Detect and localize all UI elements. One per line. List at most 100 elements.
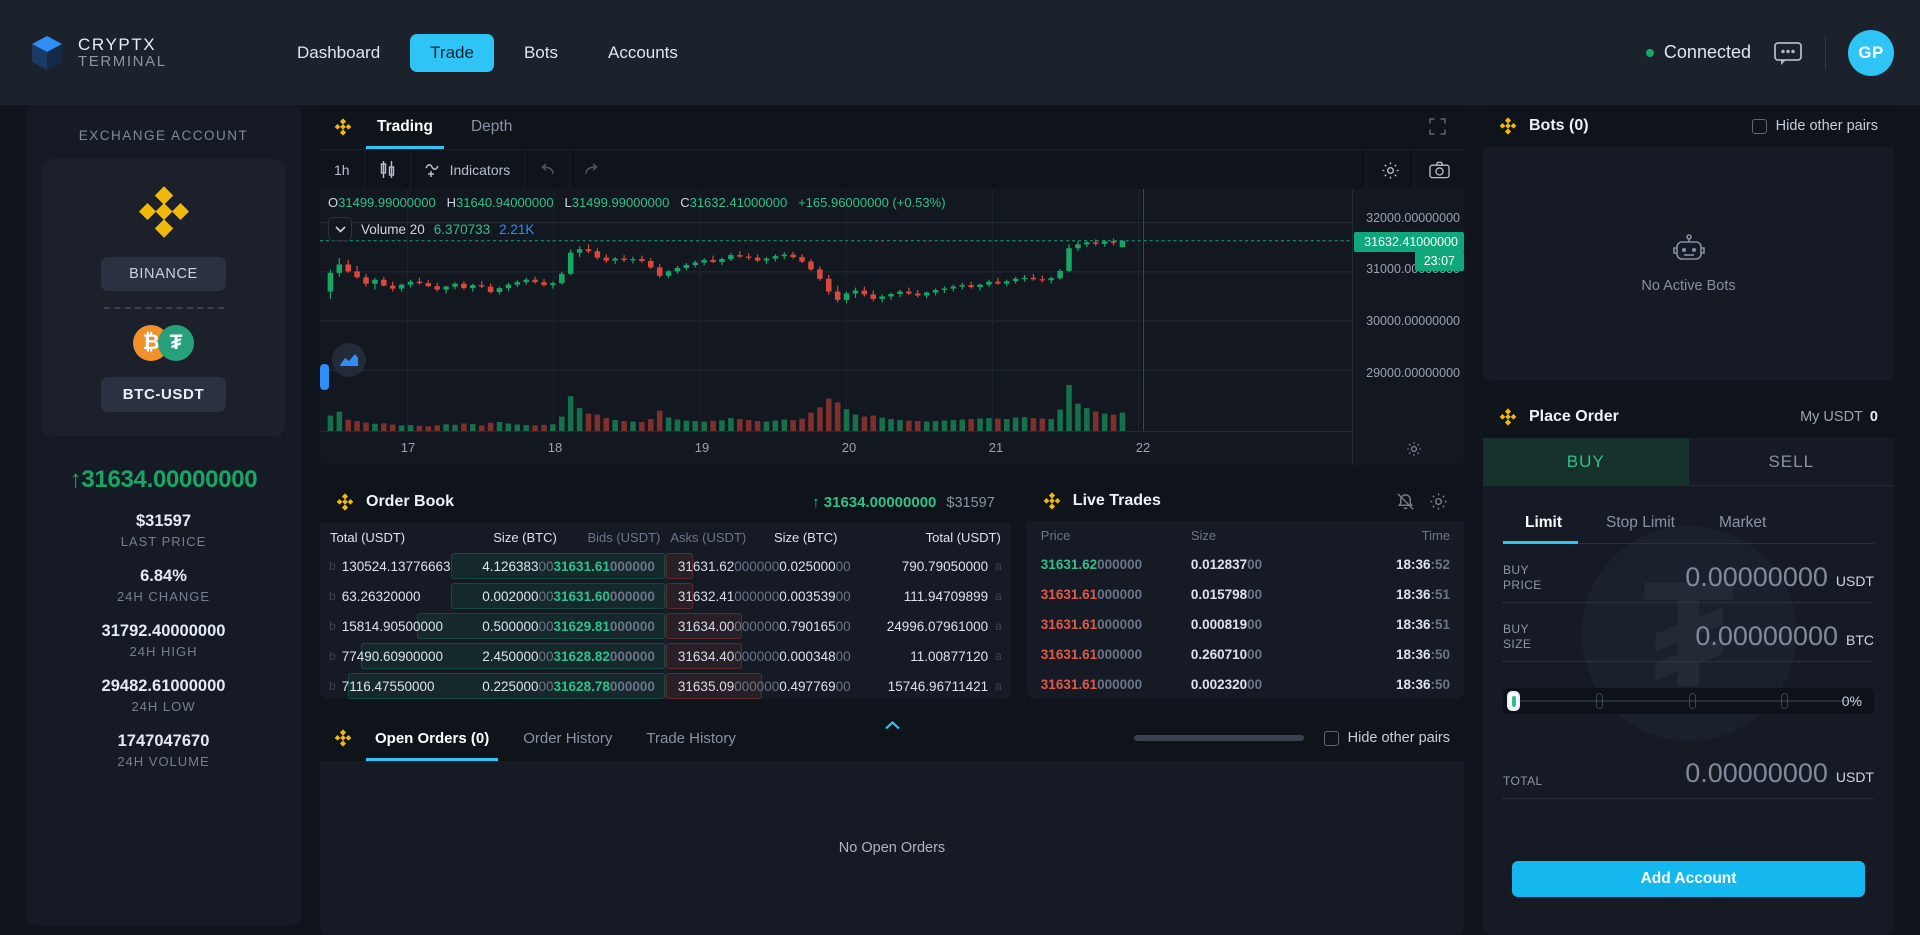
checkbox-icon[interactable]: [1323, 730, 1339, 746]
candlestick-chart[interactable]: O31499.99000000 H31640.94000000 L31499.9…: [320, 189, 1464, 465]
card-divider: [103, 307, 224, 309]
buy-size-label: BUY SIZE: [1503, 622, 1532, 651]
redo-icon[interactable]: [570, 150, 614, 189]
navbar-right-cluster: Connected GP: [1645, 0, 1894, 105]
order-book-ask-row[interactable]: 31631.62000000 0.02500000 790.79050000 a: [665, 551, 1011, 581]
bid-total: 63.26320000: [341, 588, 421, 604]
tab-stop-limit[interactable]: Stop Limit: [1584, 508, 1697, 543]
buy-size-value[interactable]: 0.00000000: [1565, 621, 1838, 652]
mute-bell-icon[interactable]: [1396, 492, 1415, 511]
col-size: Size: [1190, 528, 1217, 543]
nav-item-bots[interactable]: Bots: [504, 34, 578, 72]
sidebar-price-value: 31634.00000000: [81, 466, 258, 493]
slider-node-50[interactable]: [1688, 693, 1696, 709]
stat-label: 24H VOLUME: [117, 754, 210, 769]
hide-other-pairs-label: Hide other pairs: [1347, 730, 1450, 746]
gear-icon[interactable]: [1406, 441, 1422, 457]
bid-price: 31631.61000000: [553, 558, 655, 574]
connection-status-dot: [1645, 48, 1654, 57]
live-trades-body: 31631.62000000 0.01283700 18:36:52 31631.61…: [1027, 549, 1464, 699]
indicators-button[interactable]: Indicators: [411, 150, 526, 189]
nav-item-trade[interactable]: Trade: [410, 33, 494, 72]
order-book-bid-row[interactable]: b 15814.90500000 0.50000000 31629.81000000: [320, 611, 665, 641]
exchange-name-pill[interactable]: BINANCE: [101, 257, 226, 291]
candlestick-icon[interactable]: [365, 150, 411, 189]
last-price-badge: 31632.41000000: [1354, 232, 1464, 252]
slider-node-25[interactable]: [1595, 693, 1603, 709]
brand-logo-block[interactable]: CRYPTX TERMINAL: [30, 34, 245, 72]
ask-size: 0.00353900: [779, 588, 851, 604]
tab-sell[interactable]: SELL: [1689, 438, 1895, 485]
nav-item-accounts[interactable]: Accounts: [588, 34, 698, 72]
slider-thumb[interactable]: [1507, 691, 1520, 711]
ask-price: 31634.00000000: [677, 618, 780, 634]
tab-open-orders[interactable]: Open Orders (0): [358, 715, 506, 761]
col-bid-total: Total (USDT): [330, 530, 406, 545]
bid-size: 0.00200000: [482, 588, 554, 604]
interval-selector[interactable]: 1h: [320, 150, 365, 189]
tab-market[interactable]: Market: [1697, 508, 1788, 543]
tab-trade-history[interactable]: Trade History: [629, 715, 752, 761]
tab-order-history[interactable]: Order History: [506, 715, 629, 761]
pair-pill[interactable]: BTC-USDT: [101, 377, 226, 412]
chat-bubble-icon[interactable]: [1773, 40, 1803, 66]
bots-hide-other-pairs-toggle[interactable]: Hide other pairs: [1751, 118, 1878, 134]
nav-item-dashboard[interactable]: Dashboard: [277, 34, 400, 72]
order-book-ask-row[interactable]: 31632.41000000 0.00353900 111.94709899 a: [665, 581, 1011, 611]
tab-depth[interactable]: Depth: [452, 105, 531, 149]
avatar[interactable]: GP: [1848, 29, 1894, 76]
order-book-bid-row[interactable]: b 77490.60900000 2.45000000 31628.82000000: [320, 641, 665, 671]
order-book-bid-row[interactable]: b 130524.13776663 4.12638300 31631.61000000: [320, 551, 665, 581]
order-book-ask-row[interactable]: 31634.40000000 0.00034800 11.00877120 a: [665, 641, 1011, 671]
order-book-ask-row[interactable]: 31635.09000000 0.49776900 15746.96711421 a: [665, 671, 1011, 699]
col-price: Price: [1040, 528, 1071, 543]
chevron-down-icon[interactable]: [328, 217, 352, 241]
buy-price-field[interactable]: BUY PRICE 0.00000000 USDT: [1503, 544, 1874, 603]
price-axis[interactable]: 32000.00000000 31632.41000000 31000.0000…: [1352, 189, 1464, 465]
stat-label: LAST PRICE: [120, 534, 207, 549]
gear-icon[interactable]: [1366, 150, 1414, 190]
balance-display: My USDT 0: [1800, 409, 1878, 425]
order-book-bid-row[interactable]: b 7116.47550000 0.22500000 31628.78000000: [320, 671, 665, 699]
chart-toolbar-right: [1366, 150, 1464, 190]
order-book-bid-row[interactable]: b 63.26320000 0.00200000 31631.60000000: [320, 581, 665, 611]
bid-price: 31628.78000000: [553, 678, 655, 694]
chart-left-drag-handle[interactable]: [320, 364, 329, 390]
panel-collapse-toggle[interactable]: [853, 715, 931, 731]
buy-price-value[interactable]: 0.00000000: [1565, 562, 1828, 593]
col-bids: Bids (USDT): [587, 530, 661, 545]
order-book-title: Order Book: [366, 493, 455, 510]
ask-edge-marker: a: [995, 649, 1002, 663]
buy-size-field[interactable]: BUY SIZE 0.00000000 BTC: [1503, 603, 1874, 662]
slider-node-75[interactable]: [1781, 693, 1789, 709]
camera-icon[interactable]: [1414, 150, 1464, 190]
fullscreen-icon[interactable]: [1429, 118, 1446, 135]
trade-size: 0.00081900: [1190, 616, 1263, 632]
total-label: TOTAL: [1503, 774, 1543, 788]
volume-legend: Volume 20 6.370733 2.21K: [328, 217, 534, 241]
add-account-button[interactable]: Add Account: [1512, 861, 1865, 897]
order-book-ask-row[interactable]: 31634.00000000 0.79016500 24996.07961000 a: [665, 611, 1011, 641]
hide-other-pairs-toggle[interactable]: Hide other pairs: [1323, 730, 1450, 746]
time-axis[interactable]: 17 18 19 20 21 22: [320, 431, 1352, 465]
chart-area-icon[interactable]: [332, 343, 366, 377]
exchange-account-card[interactable]: BINANCE ₿ ₮ BTC-USDT: [42, 159, 285, 436]
horizontal-scrollbar[interactable]: [1133, 735, 1304, 741]
stat-value: 29482.61000000: [101, 677, 226, 695]
stat-24h-volume: 1747047670 24H VOLUME: [42, 732, 285, 769]
price-arrow-icon: ↑: [69, 466, 82, 493]
bid-price: 31631.60000000: [553, 588, 655, 604]
gear-icon[interactable]: [1429, 492, 1448, 511]
binance-diamond-icon: [1499, 117, 1517, 135]
ask-total: 11.00877120: [910, 648, 989, 664]
amount-percent-slider[interactable]: 0%: [1503, 688, 1874, 714]
brand-name-line1: CRYPTX: [78, 34, 157, 54]
price-tick: 32000.00000000: [1366, 211, 1460, 225]
checkbox-icon[interactable]: [1751, 118, 1767, 134]
tab-limit[interactable]: Limit: [1503, 508, 1584, 544]
tab-buy[interactable]: BUY: [1483, 438, 1689, 485]
trade-price: 31631.62000000: [1040, 556, 1143, 572]
ohlc-l-label: L: [564, 195, 572, 210]
undo-icon[interactable]: [525, 150, 571, 189]
tab-trading[interactable]: Trading: [358, 105, 452, 149]
